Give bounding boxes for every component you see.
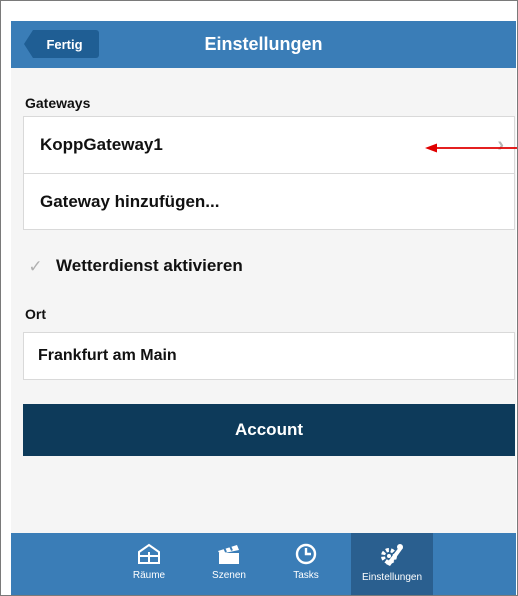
gateways-list: KoppGateway1 › Gateway hinzufügen... xyxy=(23,116,515,230)
location-section-label: Ort xyxy=(25,306,46,322)
tab-raeume[interactable]: Räume xyxy=(113,533,185,595)
red-arrow-annotation xyxy=(425,143,517,153)
tab-tasks[interactable]: Tasks xyxy=(277,533,335,595)
clapperboard-icon xyxy=(218,545,239,564)
weather-service-checkbox-row[interactable]: ✓ Wetterdienst aktivieren xyxy=(27,256,243,276)
account-button[interactable]: Account xyxy=(23,404,515,456)
tab-label: Einstellungen xyxy=(361,572,423,583)
back-button[interactable]: Fertig xyxy=(24,30,99,58)
add-gateway-button[interactable]: Gateway hinzufügen... xyxy=(24,173,514,229)
checkmark-icon[interactable]: ✓ xyxy=(27,258,44,275)
wrench-gear-icon xyxy=(381,544,403,566)
location-value: Frankfurt am Main xyxy=(38,347,177,364)
location-field[interactable]: Frankfurt am Main xyxy=(23,332,515,380)
settings-content: Gateways KoppGateway1 › Gateway hinzufüg… xyxy=(11,68,516,533)
tab-einstellungen[interactable]: Einstellungen xyxy=(351,533,433,595)
gateways-section-label: Gateways xyxy=(25,95,91,111)
tab-bar: Räume Szenen Tasks Einstellungen xyxy=(11,533,516,595)
gateway-item-label: KoppGateway1 xyxy=(40,135,163,154)
nav-header: Fertig Einstellungen xyxy=(11,21,516,68)
tab-label: Szenen xyxy=(212,570,246,581)
tab-label: Tasks xyxy=(293,570,319,581)
tab-szenen[interactable]: Szenen xyxy=(197,533,261,595)
tab-label: Räume xyxy=(132,570,166,581)
add-gateway-label: Gateway hinzufügen... xyxy=(40,191,220,211)
clock-icon xyxy=(295,543,317,565)
weather-service-label: Wetterdienst aktivieren xyxy=(56,256,243,275)
screenshot-frame: Fertig Einstellungen Gateways KoppGatewa… xyxy=(0,0,518,596)
house-grid-icon xyxy=(138,543,160,564)
